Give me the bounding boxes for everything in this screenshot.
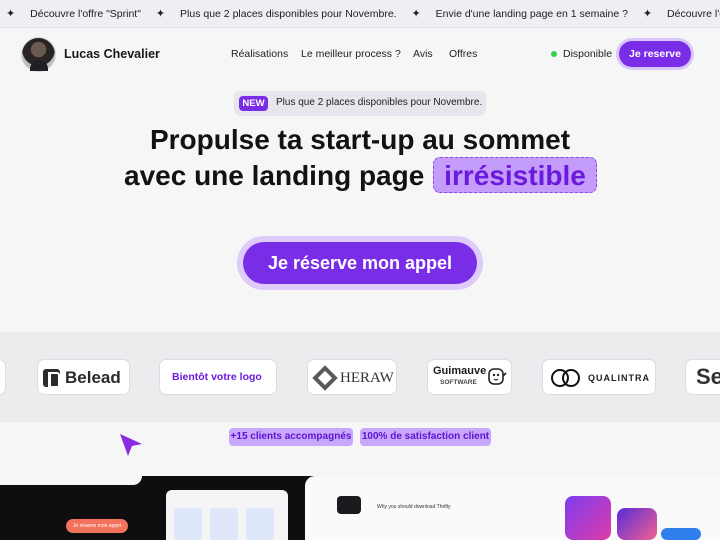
logo-heraw: HERAW <box>307 359 397 395</box>
book-call-button[interactable]: Je réserve mon appel <box>243 242 477 284</box>
brand-name[interactable]: Lucas Chevalier <box>64 47 160 61</box>
ticker-item: Découvre l'offre "Sprint" <box>30 8 141 20</box>
announcement-ticker: ✦ Découvre l'offre "Sprint" ✦ Plus que 2… <box>0 0 720 28</box>
preview-thumbnail <box>210 508 238 540</box>
logo-partial-left <box>0 359 6 395</box>
preview-card-right: Why you should download Thrifty <box>305 476 720 540</box>
availability-status: Disponible <box>563 48 613 60</box>
preview-question: Why you should download Thrifty <box>377 504 451 510</box>
logo-belead: Belead <box>37 359 130 395</box>
client-logos-band: Belead Bientôt votre logo HERAW Guimauve… <box>0 332 720 422</box>
preview-video-thumbnail <box>337 496 361 514</box>
preview-cta-button[interactable]: Je réserve mon appel <box>66 519 128 533</box>
nav-link-avis[interactable]: Avis <box>413 48 433 60</box>
site-header: Lucas Chevalier Réalisations Le meilleur… <box>0 28 720 80</box>
preview-thumbnail <box>174 508 202 540</box>
belead-logo-icon <box>43 369 60 388</box>
star-icon: ✦ <box>642 8 653 20</box>
hero-title-line1: Propulse ta start-up au sommet <box>149 124 571 155</box>
app-tile <box>661 528 701 540</box>
avatar[interactable] <box>21 37 56 72</box>
logo-placeholder: Bientôt votre logo <box>159 359 277 395</box>
qualintra-logo-icon <box>551 369 581 387</box>
game-icon-art <box>565 496 611 540</box>
cursor-pointer-icon <box>120 434 142 456</box>
stat-satisfaction-badge: 100% de satisfaction client <box>360 428 491 446</box>
game-icon-art <box>617 508 657 540</box>
preview-card-center <box>166 490 288 540</box>
guimauve-mascot-icon <box>488 368 507 385</box>
preview-thumbnail <box>246 508 274 540</box>
heraw-logo-icon <box>312 365 338 391</box>
badge-text: Plus que 2 places disponibles pour Novem… <box>276 97 483 108</box>
hero-title-line2: avec une landing page <box>124 160 425 191</box>
status-dot-icon <box>551 51 557 57</box>
stat-clients-badge: +15 clients accompagnés <box>229 428 353 446</box>
star-icon: ✦ <box>155 8 166 20</box>
logo-guimauve: Guimauve SOFTWARE <box>427 359 512 395</box>
star-icon: ✦ <box>411 8 421 20</box>
hero-highlight-word: irrésistible <box>433 157 597 193</box>
reserve-button[interactable]: Je reserve <box>619 41 691 67</box>
ticker-item: Envie d'une landing page en 1 semaine ? <box>435 8 628 20</box>
star-icon: ✦ <box>6 8 16 20</box>
logo-partial-right: Se <box>685 359 720 395</box>
nav-link-realisations[interactable]: Réalisations <box>231 48 288 60</box>
ticker-item: Plus que 2 places disponibles pour Novem… <box>180 8 397 20</box>
announcement-badge[interactable]: NEW Plus que 2 places disponibles pour N… <box>234 91 486 116</box>
nav-link-process[interactable]: Le meilleur process ? <box>301 48 401 60</box>
new-tag: NEW <box>239 96 268 111</box>
nav-link-offres[interactable]: Offres <box>449 48 477 60</box>
logo-qualintra: QUALINTRA <box>542 359 656 395</box>
ticker-item: Découvre l'offre "Sprint" <box>667 8 720 20</box>
preview-card-left <box>0 476 142 485</box>
